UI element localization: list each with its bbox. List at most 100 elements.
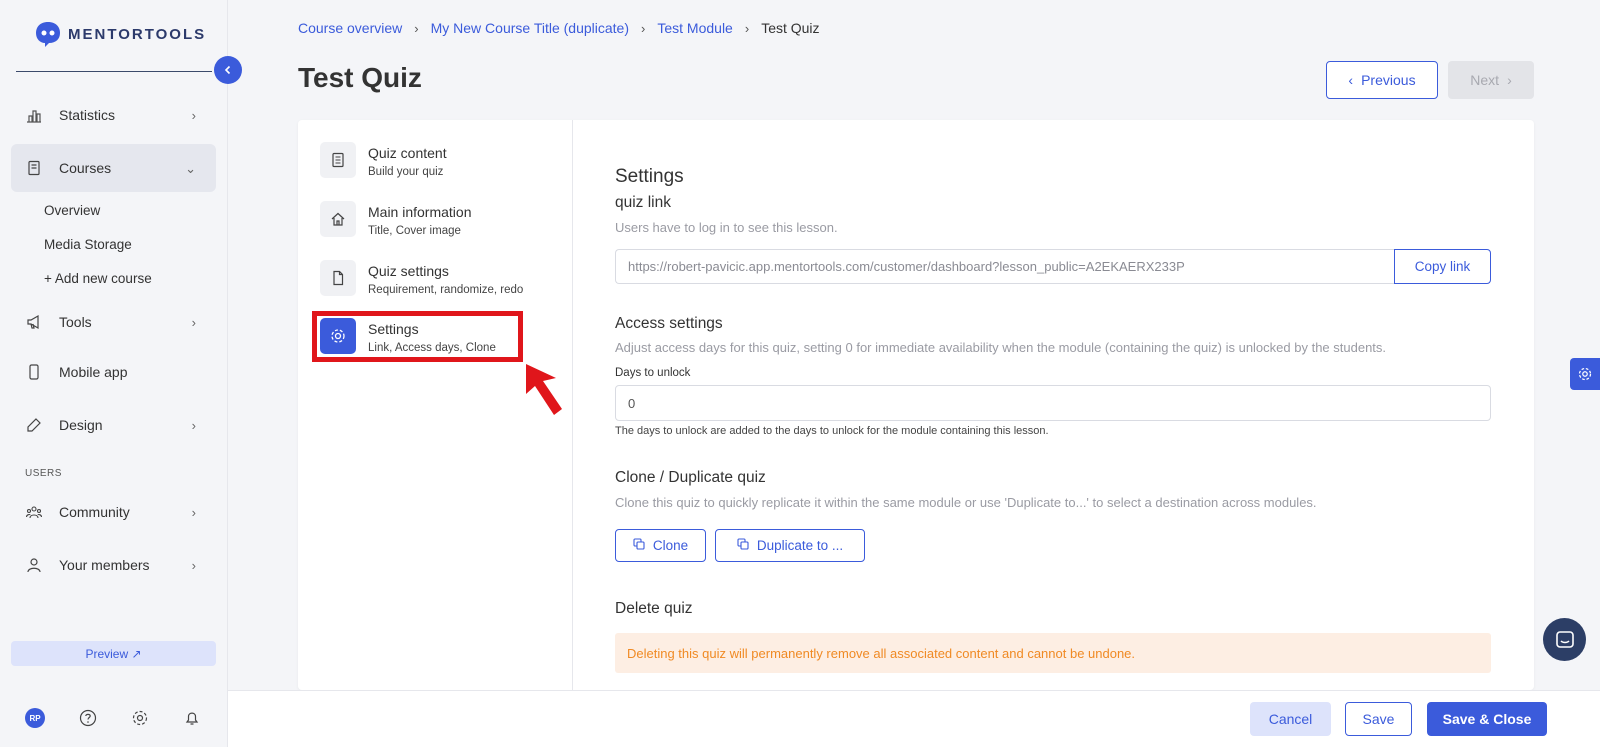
bell-icon[interactable]: [182, 708, 202, 728]
pencil-icon: [25, 416, 43, 434]
arrow-pointer-icon: [526, 364, 562, 415]
sidebar-item-label: Design: [59, 417, 103, 433]
logo[interactable]: MENTORTOOLS: [34, 20, 206, 48]
previous-label: Previous: [1361, 72, 1416, 88]
breadcrumb: Course overview › My New Course Title (d…: [298, 20, 820, 36]
chat-icon: [1555, 630, 1574, 648]
clone-description: Clone this quiz to quickly replicate it …: [615, 495, 1317, 510]
book-icon: [25, 159, 43, 177]
sidebar-item-label: Tools: [59, 314, 92, 330]
sidebar-item-label: Statistics: [59, 107, 116, 123]
access-settings-description: Adjust access days for this quiz, settin…: [615, 340, 1387, 355]
sidebar: MENTORTOOLS Statistics › Courses ⌄ Overv…: [0, 0, 242, 747]
days-to-unlock-hint: The days to unlock are added to the days…: [615, 425, 1049, 437]
days-to-unlock-label: Days to unlock: [615, 367, 691, 379]
megaphone-icon: [25, 313, 43, 331]
duplicate-label: Duplicate to ...: [756, 538, 844, 553]
breadcrumb-course[interactable]: My New Course Title (duplicate): [431, 20, 629, 36]
menu-item-subtitle: Title, Cover image: [368, 225, 461, 237]
copy-link-button[interactable]: Copy link: [1394, 249, 1491, 284]
phone-icon: [25, 363, 43, 381]
save-button[interactable]: Save: [1345, 702, 1412, 736]
mentortools-logo-icon: [36, 22, 60, 47]
sidebar-item-label: Mobile app: [59, 364, 128, 380]
save-and-close-button[interactable]: Save & Close: [1427, 702, 1547, 736]
clone-title: Clone / Duplicate quiz: [615, 469, 766, 486]
file-icon: [320, 260, 356, 296]
access-settings-title: Access settings: [615, 315, 723, 332]
sidebar-subitem-media-storage[interactable]: Media Storage: [44, 237, 132, 252]
user-icon: [25, 556, 43, 574]
chevron-right-icon: ›: [191, 418, 196, 433]
sidebar-divider: [16, 71, 212, 72]
chevron-down-icon: ⌄: [185, 161, 196, 176]
sidebar-item-tools[interactable]: Tools ›: [11, 298, 216, 346]
chevron-right-icon: ›: [641, 20, 646, 36]
menu-item-subtitle: Build your quiz: [368, 166, 444, 178]
sidebar-item-community[interactable]: Community ›: [11, 488, 216, 536]
chevron-right-icon: ›: [191, 505, 196, 520]
chevron-right-icon: ›: [191, 315, 196, 330]
preview-button[interactable]: Preview ↗: [11, 641, 216, 666]
document-list-icon: [320, 142, 356, 178]
previous-button[interactable]: ‹ Previous: [1326, 61, 1438, 99]
chevron-left-icon: [224, 65, 231, 75]
sidebar-item-label: Courses: [59, 160, 112, 176]
chevron-right-icon: ›: [191, 108, 196, 123]
sidebar-item-mobile-app[interactable]: Mobile app: [11, 348, 216, 396]
breadcrumb-course-overview[interactable]: Course overview: [298, 20, 402, 36]
delete-warning-banner: Deleting this quiz will permanently remo…: [615, 633, 1491, 673]
card-divider: [572, 120, 573, 690]
home-icon: [320, 201, 356, 237]
chevron-right-icon: ›: [1507, 72, 1512, 88]
sidebar-item-courses[interactable]: Courses ⌄: [11, 144, 216, 192]
next-button[interactable]: Next ›: [1448, 61, 1534, 99]
menu-item-quiz-settings[interactable]: Quiz settings Requirement, randomize, re…: [320, 260, 560, 304]
chevron-right-icon: ›: [744, 20, 750, 36]
page-title: Test Quiz: [298, 62, 422, 93]
sidebar-subitem-overview[interactable]: Overview: [44, 203, 100, 218]
sidebar-bottom-bar: RP: [0, 708, 228, 732]
clone-button[interactable]: Clone: [615, 529, 706, 562]
copy-icon: [737, 538, 749, 553]
clone-label: Clone: [652, 538, 689, 553]
days-to-unlock-input[interactable]: 0: [615, 385, 1491, 421]
help-icon[interactable]: [78, 708, 98, 728]
chevron-right-icon: ›: [414, 20, 419, 36]
menu-item-title: Quiz settings: [368, 263, 449, 279]
next-label: Next: [1470, 72, 1500, 88]
section-label-users: USERS: [25, 468, 62, 479]
quiz-link-field[interactable]: https://robert-pavicic.app.mentortools.c…: [615, 249, 1395, 284]
breadcrumb-module[interactable]: Test Module: [657, 20, 732, 36]
brand-name: MENTORTOOLS: [68, 25, 207, 43]
menu-item-subtitle: Requirement, randomize, redo: [368, 284, 524, 296]
quiz-link-description: Users have to log in to see this lesson.: [615, 220, 838, 235]
people-icon: [25, 503, 43, 521]
sidebar-item-your-members[interactable]: Your members ›: [11, 541, 216, 589]
menu-item-quiz-content[interactable]: Quiz content Build your quiz: [320, 142, 560, 186]
chevron-left-icon: ‹: [1348, 72, 1354, 88]
menu-item-title: Main information: [368, 204, 472, 220]
floating-settings-button[interactable]: [1570, 358, 1600, 390]
copy-icon: [633, 538, 645, 553]
chat-support-button[interactable]: [1543, 618, 1586, 661]
bar-chart-icon: [25, 106, 43, 124]
settings-heading: Settings: [615, 166, 684, 187]
gear-icon[interactable]: [130, 708, 150, 728]
sidebar-item-label: Your members: [59, 557, 150, 573]
cancel-button[interactable]: Cancel: [1250, 702, 1331, 736]
menu-item-title: Quiz content: [368, 145, 447, 161]
duplicate-to-button[interactable]: Duplicate to ...: [715, 529, 865, 562]
sidebar-item-label: Community: [59, 504, 130, 520]
quiz-link-title: quiz link: [615, 194, 671, 211]
sidebar-item-statistics[interactable]: Statistics ›: [11, 91, 216, 139]
sidebar-item-design[interactable]: Design ›: [11, 401, 216, 449]
sidebar-subitem-add-new-course[interactable]: + Add new course: [44, 271, 152, 286]
collapse-sidebar-button[interactable]: [214, 56, 242, 84]
menu-item-main-information[interactable]: Main information Title, Cover image: [320, 201, 560, 245]
delete-quiz-title: Delete quiz: [615, 600, 693, 617]
highlight-annotation-box: [312, 311, 523, 362]
breadcrumb-current: Test Quiz: [761, 20, 820, 36]
chevron-right-icon: ›: [191, 558, 196, 573]
avatar[interactable]: RP: [25, 708, 45, 728]
